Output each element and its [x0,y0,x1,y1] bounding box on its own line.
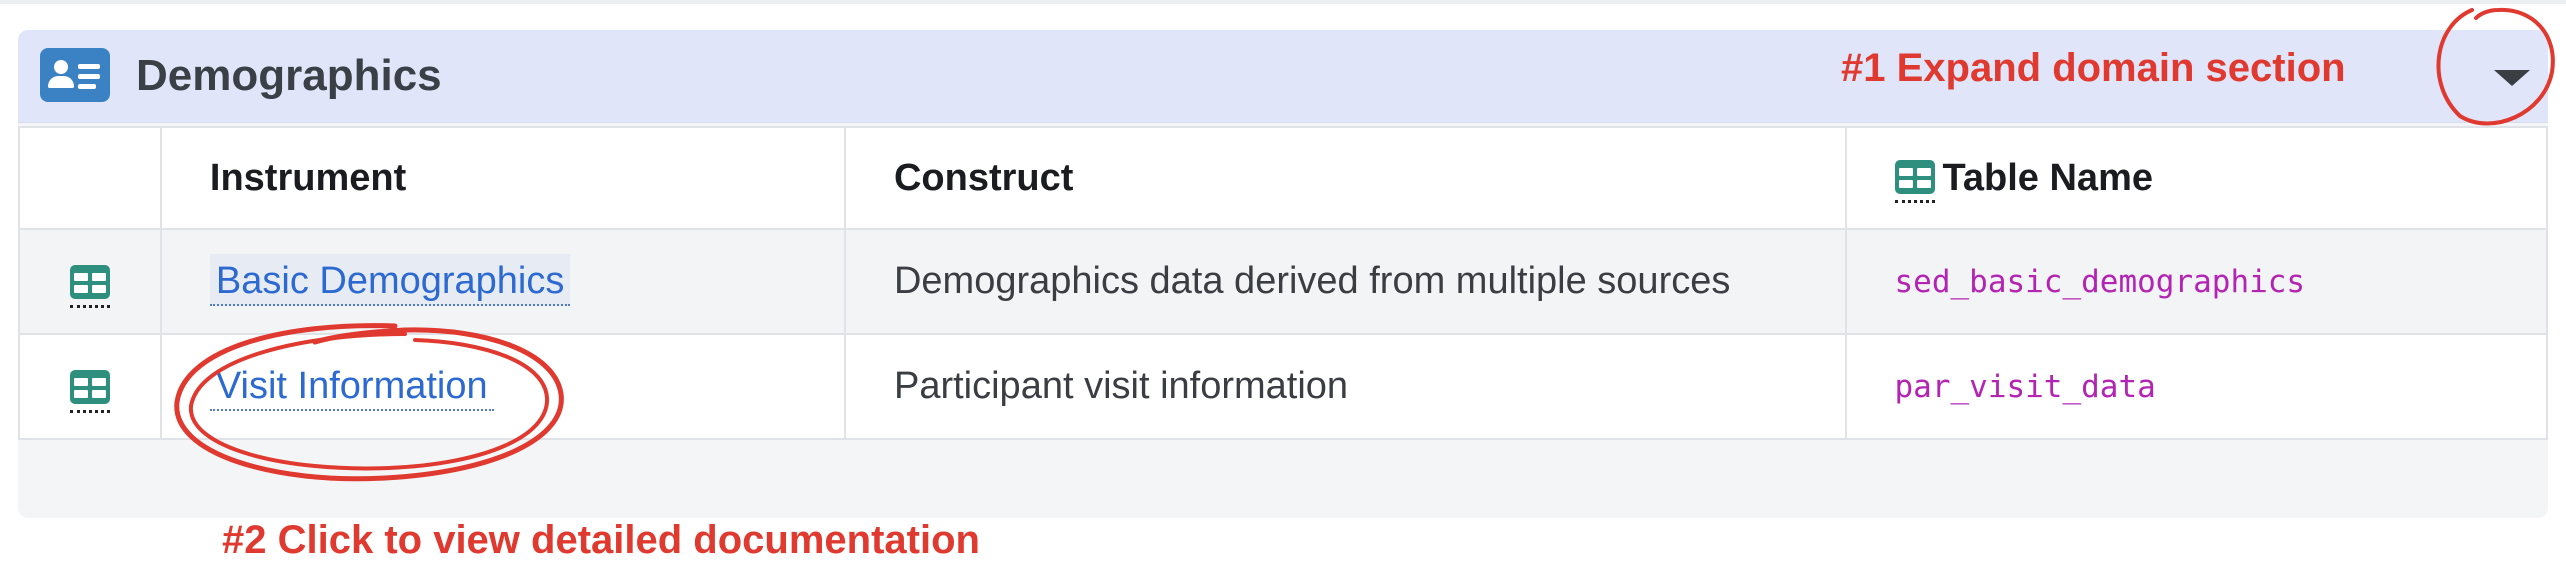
construct-cell: Demographics data derived from multiple … [843,228,1847,335]
id-card-icon [40,48,110,102]
domain-section: Demographics #1 Expand domain section In… [18,30,2548,518]
instrument-cell: Basic Demographics [159,228,846,335]
domain-title: Demographics [136,51,442,100]
header-construct-label: Construct [893,156,1074,199]
table-icon [1894,159,1935,203]
header-table-name: Table Name [1844,126,2548,230]
caret-down-icon [2494,70,2530,86]
construct-cell: Participant visit information [843,333,1847,440]
table-icon[interactable] [70,369,110,413]
expand-toggle-button[interactable] [2480,50,2536,102]
instrument-cell: Visit Information [159,333,846,440]
table-name-text: sed_basic_demographics [1894,263,2306,300]
row-icon-cell [18,228,162,335]
table-icon[interactable] [70,264,110,308]
header-icon-cell [18,126,162,230]
instrument-link-basic-demographics[interactable]: Basic Demographics [209,254,571,306]
divider [0,0,2566,4]
header-construct: Construct [843,126,1847,230]
header-table-name-wrap: Table Name [1847,156,2153,203]
instrument-link-visit-information[interactable]: Visit Information [209,359,494,411]
table-row: Basic Demographics Demographics data der… [18,228,2548,335]
row-icon-cell [18,333,162,440]
annotation-view-documentation: #2 Click to view detailed documentation [222,518,980,562]
construct-text: Demographics data derived from multiple … [893,260,1731,302]
domain-header[interactable]: Demographics #1 Expand domain section [18,30,2548,123]
table-header-row: Instrument Construct Table Name [18,126,2548,230]
construct-text: Participant visit information [893,365,1349,407]
annotation-expand-domain: #1 Expand domain section [1841,46,2346,90]
header-instrument: Instrument [159,126,846,230]
table-name-cell: par_visit_data [1844,333,2548,440]
header-instrument-label: Instrument [209,156,407,199]
instrument-table: Instrument Construct Table Name Basic De… [18,126,2548,440]
table-row: Visit Information Participant visit info… [18,333,2548,440]
table-name-text: par_visit_data [1894,368,2156,405]
table-name-cell: sed_basic_demographics [1844,228,2548,335]
header-table-name-label: Table Name [1942,156,2153,199]
page: Demographics #1 Expand domain section In… [0,0,2566,586]
